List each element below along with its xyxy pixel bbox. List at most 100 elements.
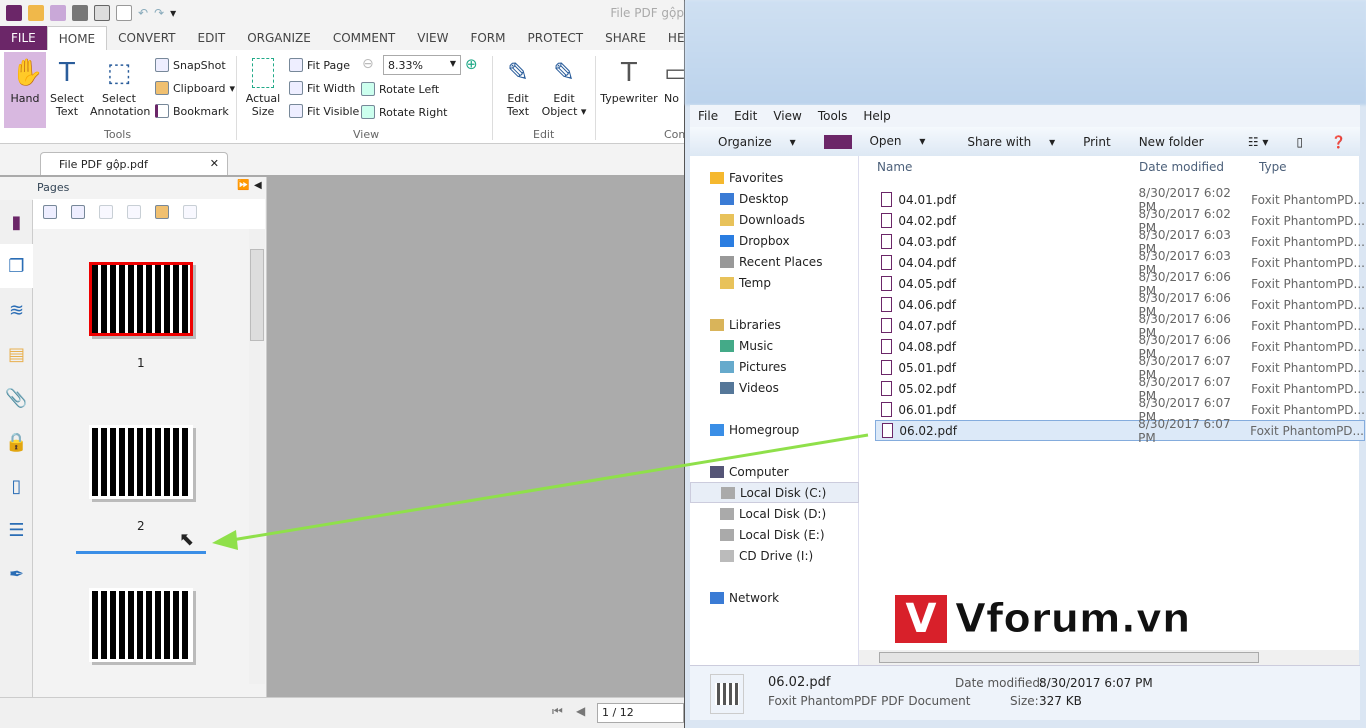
nav-item[interactable]: Pictures: [690, 356, 859, 377]
page-number-input[interactable]: 1 / 12: [597, 703, 684, 723]
rotate-left-button[interactable]: Rotate Left: [361, 82, 439, 96]
typewriter-button[interactable]: T Typewriter: [600, 58, 658, 105]
select-annotation-button[interactable]: ⬚ Select Annotation: [90, 58, 150, 118]
file-row[interactable]: 05.01.pdf 8/30/2017 6:07 PM Foxit PhantomP…: [875, 354, 1365, 382]
reduce-thumbnails-icon[interactable]: [71, 205, 85, 219]
tab-comment[interactable]: COMMENT: [322, 26, 406, 50]
open-icon[interactable]: [28, 5, 44, 21]
print-button[interactable]: Print: [1069, 135, 1125, 149]
nav-item[interactable]: Local Disk (D:): [690, 503, 859, 524]
menu-tools[interactable]: Tools: [810, 105, 856, 127]
nav-item[interactable]: Libraries: [690, 314, 859, 335]
help-icon[interactable]: ❓: [1317, 135, 1360, 149]
tab-home[interactable]: HOME: [46, 26, 108, 50]
snapshot-button[interactable]: SnapShot: [155, 58, 226, 72]
horizontal-scrollbar[interactable]: [859, 650, 1359, 665]
nav-item[interactable]: Desktop: [690, 188, 859, 209]
nav-item[interactable]: Videos: [690, 377, 859, 398]
properties-icon[interactable]: [94, 5, 110, 21]
save-icon[interactable]: [50, 5, 66, 21]
nav-item[interactable]: Computer: [690, 461, 859, 482]
hand-button[interactable]: ✋ Hand: [4, 52, 46, 128]
fit-page-button[interactable]: Fit Page: [289, 58, 350, 72]
open-button[interactable]: Open ▾: [810, 134, 940, 149]
nav-item[interactable]: Local Disk (E:): [690, 524, 859, 545]
new-folder-button[interactable]: New folder: [1125, 135, 1218, 149]
column-header-name[interactable]: Name: [877, 160, 912, 174]
nav-item[interactable]: Local Disk (C:): [690, 482, 859, 503]
signatures-panel-icon[interactable]: ▯: [0, 464, 33, 508]
fit-visible-button[interactable]: Fit Visible: [289, 104, 359, 118]
delete-page-icon[interactable]: [183, 205, 197, 219]
preview-pane-icon[interactable]: ▯: [1282, 135, 1317, 149]
nav-item[interactable]: Temp: [690, 272, 859, 293]
tab-organize[interactable]: ORGANIZE: [236, 26, 322, 50]
layers-panel-icon[interactable]: ≋: [0, 288, 33, 332]
menu-edit[interactable]: Edit: [726, 105, 765, 127]
nav-item[interactable]: Favorites: [690, 167, 859, 188]
nav-item[interactable]: Dropbox: [690, 230, 859, 251]
extract-page-icon[interactable]: [99, 205, 113, 219]
file-row[interactable]: 06.02.pdf 8/30/2017 6:07 PM Foxit PhantomP…: [875, 417, 1365, 445]
tab-edit[interactable]: EDIT: [187, 26, 237, 50]
bookmark-button[interactable]: Bookmark: [155, 104, 229, 118]
enlarge-thumbnails-icon[interactable]: [43, 205, 57, 219]
page-thumbnail[interactable]: [89, 425, 193, 499]
fit-width-button[interactable]: Fit Width: [289, 81, 355, 95]
menu-file[interactable]: File: [690, 105, 726, 127]
file-row[interactable]: 04.02.pdf 8/30/2017 6:02 PM Foxit PhantomP…: [875, 207, 1365, 235]
tab-form[interactable]: FORM: [459, 26, 516, 50]
tab-convert[interactable]: CONVERT: [107, 26, 186, 50]
insert-page-icon[interactable]: [155, 205, 169, 219]
file-row[interactable]: 04.04.pdf 8/30/2017 6:03 PM Foxit PhantomP…: [875, 249, 1365, 277]
file-row[interactable]: 04.06.pdf 8/30/2017 6:06 PM Foxit PhantomP…: [875, 291, 1365, 319]
clipboard-button[interactable]: Clipboard ▾: [155, 81, 235, 95]
nav-item[interactable]: Downloads: [690, 209, 859, 230]
undo-icon[interactable]: ↶: [138, 6, 148, 20]
actual-size-button[interactable]: Actual Size: [244, 58, 282, 118]
document-tab[interactable]: File PDF gộp.pdf ✕: [40, 152, 228, 176]
file-row[interactable]: 04.07.pdf 8/30/2017 6:06 PM Foxit PhantomP…: [875, 312, 1365, 340]
previous-page-icon[interactable]: ◀: [576, 704, 585, 718]
page-thumbnail[interactable]: [89, 262, 193, 336]
page-thumbnail[interactable]: [89, 588, 193, 662]
tab-view[interactable]: VIEW: [406, 26, 459, 50]
redo-icon[interactable]: ↷: [154, 6, 164, 20]
nav-item[interactable]: Homegroup: [690, 419, 859, 440]
content-panel-icon[interactable]: ☰: [0, 508, 33, 552]
nav-item[interactable]: CD Drive (I:): [690, 545, 859, 566]
bookmarks-panel-icon[interactable]: ▮: [0, 200, 33, 244]
view-options-icon[interactable]: ☷ ▾: [1234, 135, 1283, 149]
edit-text-button[interactable]: ✎ Edit Text: [498, 58, 538, 118]
file-row[interactable]: 04.08.pdf 8/30/2017 6:06 PM Foxit PhantomP…: [875, 333, 1365, 361]
new-icon[interactable]: [116, 5, 132, 21]
expand-panel-icon[interactable]: ⏩: [237, 180, 249, 191]
file-row[interactable]: 04.01.pdf 8/30/2017 6:02 PM Foxit PhantomP…: [875, 186, 1365, 214]
print-icon[interactable]: [72, 5, 88, 21]
menu-help[interactable]: Help: [855, 105, 898, 127]
file-row[interactable]: 05.02.pdf 8/30/2017 6:07 PM Foxit PhantomP…: [875, 375, 1365, 403]
menu-view[interactable]: View: [765, 105, 809, 127]
nav-item[interactable]: Music: [690, 335, 859, 356]
share-with-button[interactable]: Share with ▾: [939, 135, 1069, 149]
attachments-panel-icon[interactable]: 📎: [0, 376, 33, 420]
security-panel-icon[interactable]: 🔒: [0, 420, 33, 464]
column-header-type[interactable]: Type: [1259, 160, 1287, 174]
zoom-in-icon[interactable]: ⊕: [465, 55, 478, 73]
column-header-date[interactable]: Date modified: [1139, 160, 1224, 174]
organize-button[interactable]: Organize ▾: [690, 135, 810, 149]
pages-panel-icon[interactable]: ❐: [0, 244, 33, 288]
select-text-button[interactable]: T Select Text: [48, 58, 86, 118]
tab-share[interactable]: SHARE: [594, 26, 657, 50]
replace-page-icon[interactable]: [127, 205, 141, 219]
edit-object-button[interactable]: ✎ Edit Object ▾: [540, 58, 588, 118]
file-row[interactable]: 04.05.pdf 8/30/2017 6:06 PM Foxit PhantomP…: [875, 270, 1365, 298]
file-row[interactable]: 06.01.pdf 8/30/2017 6:07 PM Foxit PhantomP…: [875, 396, 1365, 424]
tab-file[interactable]: FILE: [0, 26, 47, 50]
pages-scrollbar[interactable]: [249, 229, 265, 684]
note-button[interactable]: ▭ No: [664, 58, 684, 105]
tab-protect[interactable]: PROTECT: [517, 26, 595, 50]
close-tab-icon[interactable]: ✕: [210, 157, 219, 170]
comments-panel-icon[interactable]: ▤: [0, 332, 33, 376]
zoom-out-icon[interactable]: ⊖: [362, 56, 374, 72]
